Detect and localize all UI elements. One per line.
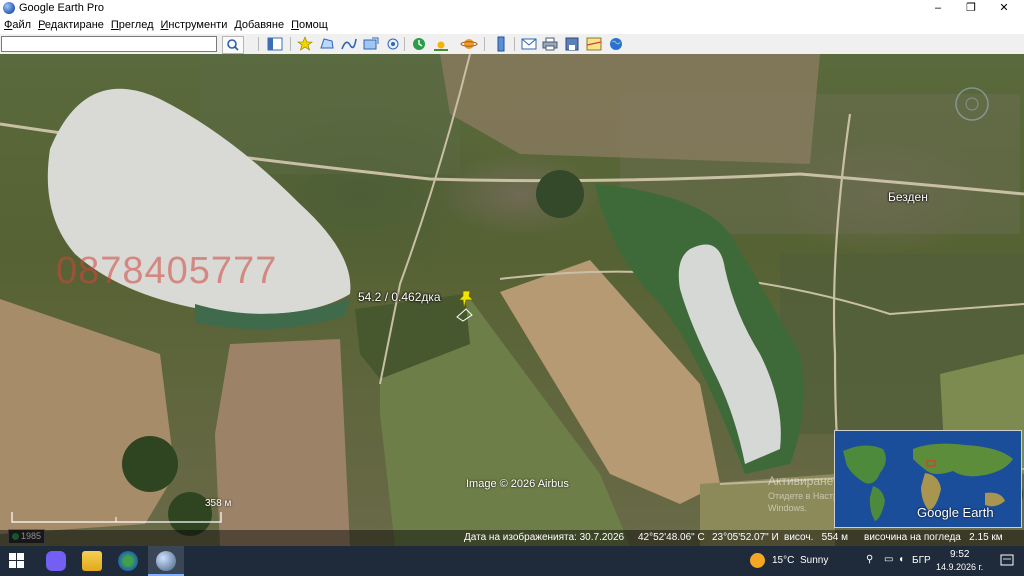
volume-icon[interactable]: ◖ bbox=[898, 554, 904, 565]
menu-edit[interactable]: Редактиране bbox=[34, 17, 107, 31]
clock-date[interactable]: 14.9.2026 г. bbox=[936, 562, 983, 572]
window-title: Google Earth Pro bbox=[19, 2, 104, 14]
historical-imagery-icon bbox=[413, 38, 425, 50]
windows-start-icon[interactable] bbox=[9, 553, 25, 569]
notifications-icon[interactable] bbox=[1000, 554, 1014, 568]
scale-label: 358 м bbox=[205, 498, 232, 509]
language-indicator[interactable]: БГР bbox=[912, 555, 931, 566]
navigation-ring-icon[interactable] bbox=[952, 84, 992, 124]
google-earth-taskbar-button[interactable] bbox=[148, 546, 184, 576]
weather-sun-icon[interactable] bbox=[750, 553, 765, 568]
toolbar-separator bbox=[404, 37, 405, 51]
toolbar-separator bbox=[290, 37, 291, 51]
placemark-label[interactable]: 54.2 / 0.462дка bbox=[358, 290, 441, 304]
google-earth-app-icon bbox=[156, 551, 176, 571]
toolbar bbox=[0, 34, 1024, 55]
email-icon bbox=[521, 38, 537, 50]
imagery-date: Дата на изображенията: 30.7.2026 bbox=[464, 532, 625, 543]
view-in-maps-button[interactable] bbox=[585, 36, 603, 52]
save-image-icon bbox=[565, 37, 579, 51]
windows-taskbar: 15°C Sunny ⚲ ▭ ◖ БГР 9:52 14.9.2026 г. bbox=[0, 546, 1024, 576]
globe-icon bbox=[610, 38, 622, 50]
polygon-icon bbox=[320, 38, 334, 49]
people-icon[interactable]: ⚲ bbox=[866, 554, 873, 565]
switch-to-sky-button[interactable] bbox=[460, 36, 478, 52]
google-earth-logo: Google Earth bbox=[917, 505, 994, 520]
imagery-credit: Image © 2026 Airbus bbox=[466, 478, 569, 490]
minimize-button[interactable]: – bbox=[922, 0, 954, 17]
sunlight-icon bbox=[434, 41, 448, 51]
search-icon bbox=[227, 39, 239, 51]
toolbar-separator bbox=[514, 37, 515, 51]
overview-map[interactable]: Google Earth bbox=[834, 430, 1022, 528]
earth-view-button[interactable] bbox=[607, 36, 625, 52]
email-button[interactable] bbox=[520, 36, 538, 52]
add-image-overlay-button[interactable] bbox=[362, 36, 380, 52]
planet-icon bbox=[460, 39, 478, 49]
viber-app-icon[interactable] bbox=[46, 551, 66, 571]
record-tour-button[interactable] bbox=[384, 36, 402, 52]
historical-imagery-button[interactable] bbox=[410, 36, 428, 52]
ruler-icon bbox=[497, 36, 505, 52]
add-path-button[interactable] bbox=[340, 36, 358, 52]
ruler-button[interactable] bbox=[492, 36, 510, 52]
path-icon bbox=[341, 38, 357, 50]
latitude-readout: 42°52'48.06" С bbox=[638, 532, 705, 543]
sunlight-button[interactable] bbox=[432, 36, 450, 52]
menu-file[interactable]: Файл bbox=[0, 17, 34, 31]
longitude-readout: 23°05'52.07" И bbox=[712, 532, 779, 543]
print-button[interactable] bbox=[541, 36, 559, 52]
title-bar: Google Earth Pro – ❐ ✕ bbox=[0, 0, 1024, 17]
map-status-bar: Дата на изображенията: 30.7.2026 42°52'4… bbox=[0, 530, 1024, 546]
elevation-readout: височ. 554 м bbox=[784, 532, 849, 543]
sidebar-icon bbox=[267, 37, 283, 51]
menu-view[interactable]: Преглед bbox=[107, 17, 157, 31]
eye-altitude-readout: височина на погледа 2.15 км bbox=[864, 532, 1003, 543]
placemark-pin-icon bbox=[297, 36, 313, 51]
search-button[interactable] bbox=[222, 36, 244, 54]
sidebar-toggle-button[interactable] bbox=[266, 36, 284, 52]
maximize-button[interactable]: ❐ bbox=[955, 0, 987, 17]
menu-add[interactable]: Добавяне bbox=[230, 17, 287, 31]
close-button[interactable]: ✕ bbox=[988, 0, 1020, 17]
add-polygon-button[interactable] bbox=[318, 36, 336, 52]
menu-bar: Файл Редактиране Преглед Инструменти Добавян… bbox=[0, 17, 1024, 34]
menu-help[interactable]: Помощ bbox=[287, 17, 331, 31]
weather-desc[interactable]: Sunny bbox=[800, 555, 828, 566]
image-overlay-icon bbox=[363, 37, 379, 50]
browser-globe-icon[interactable] bbox=[118, 551, 138, 571]
file-explorer-icon[interactable] bbox=[82, 551, 102, 571]
toolbar-separator bbox=[258, 37, 259, 51]
map-view[interactable]: 0878405777 54.2 / 0.462дка Безден Image … bbox=[0, 54, 1024, 546]
maps-icon bbox=[586, 37, 602, 51]
parcel-outline bbox=[456, 308, 473, 322]
place-name-label[interactable]: Безден bbox=[888, 190, 928, 204]
save-image-button[interactable] bbox=[563, 36, 581, 52]
network-icon[interactable]: ▭ bbox=[884, 554, 893, 565]
windows-activation-subtitle-2: Windows. bbox=[768, 503, 808, 513]
search-input[interactable] bbox=[1, 36, 217, 52]
watermark-phone: 0878405777 bbox=[56, 250, 278, 292]
print-icon bbox=[542, 37, 558, 51]
record-tour-icon bbox=[387, 38, 399, 50]
add-placemark-button[interactable] bbox=[296, 36, 314, 52]
weather-temp[interactable]: 15°C bbox=[772, 555, 794, 566]
scale-bar bbox=[11, 512, 222, 523]
menu-tools[interactable]: Инструменти bbox=[157, 17, 231, 31]
clock-time[interactable]: 9:52 bbox=[950, 549, 969, 560]
google-earth-app-icon bbox=[3, 2, 15, 14]
toolbar-separator bbox=[484, 37, 485, 51]
